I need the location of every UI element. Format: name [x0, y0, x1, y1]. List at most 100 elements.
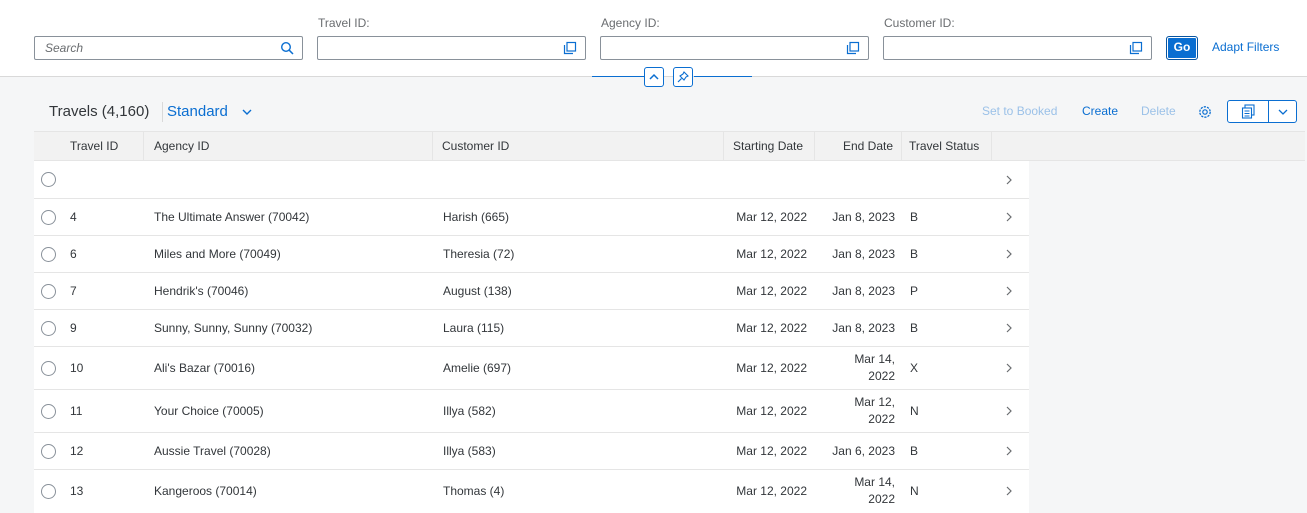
value-help-icon[interactable] [1129, 41, 1143, 55]
table-row[interactable]: 10 Ali's Bazar (70016) Amelie (697) Mar … [34, 347, 1029, 390]
cell-agency-id: Aussie Travel (70028) [154, 444, 271, 458]
cell-starting-date: Mar 12, 2022 [736, 321, 807, 335]
collapse-divider [694, 76, 752, 77]
column-separator [432, 132, 433, 160]
gear-icon[interactable] [1197, 104, 1213, 120]
cell-agency-id: Ali's Bazar (70016) [154, 361, 256, 375]
set-to-booked-button[interactable]: Set to Booked [982, 104, 1057, 118]
pin-icon [677, 71, 689, 83]
chevron-right-icon[interactable] [1005, 445, 1013, 457]
cell-customer-id: Thomas (4) [443, 484, 505, 498]
column-header-customer-id[interactable]: Customer ID [442, 132, 509, 160]
row-select-radio[interactable] [41, 284, 56, 299]
travel-id-field[interactable] [317, 36, 586, 60]
chevron-down-icon[interactable] [1277, 107, 1289, 117]
chevron-right-icon[interactable] [1005, 322, 1013, 334]
column-header-end-date[interactable]: End Date [843, 132, 893, 160]
cell-travel-status: B [910, 247, 919, 261]
column-header-travel-id[interactable]: Travel ID [70, 132, 118, 160]
search-icon[interactable] [280, 41, 294, 55]
column-header-travel-status[interactable]: Travel Status [909, 132, 979, 160]
cell-customer-id: Amelie (697) [443, 361, 512, 375]
cell-end-date: Jan 8, 2023 [832, 284, 895, 298]
cell-agency-id: Hendrik's (70046) [154, 284, 249, 298]
row-select-radio[interactable] [41, 247, 56, 262]
cell-agency-id: The Ultimate Answer (70042) [154, 210, 310, 224]
cell-starting-date: Mar 12, 2022 [736, 361, 807, 375]
adapt-filters-link[interactable]: Adapt Filters [1212, 40, 1279, 54]
cell-travel-id: 12 [70, 444, 84, 458]
delete-button[interactable]: Delete [1141, 104, 1176, 118]
filter-bar: Search Travel ID: Agency ID: Customer ID… [0, 0, 1307, 77]
agency-id-field[interactable] [600, 36, 869, 60]
row-select-radio[interactable] [41, 172, 56, 187]
chevron-right-icon[interactable] [1005, 405, 1013, 417]
table-title: Travels (4,160) [49, 103, 150, 120]
table-row[interactable]: 9 Sunny, Sunny, Sunny (70032) Laura (115… [34, 310, 1029, 347]
table-row[interactable]: 6 Miles and More (70049) Theresia (72) M… [34, 236, 1029, 273]
row-select-radio[interactable] [41, 484, 56, 499]
cell-travel-id: 7 [70, 284, 77, 298]
chevron-right-icon[interactable] [1005, 285, 1013, 297]
cell-agency-id: Miles and More (70049) [154, 247, 281, 261]
table-row[interactable] [34, 161, 1029, 199]
collapse-divider [592, 76, 644, 77]
go-button[interactable]: Go [1166, 36, 1198, 60]
cell-travel-status: B [910, 321, 919, 335]
cell-travel-id: 13 [70, 484, 84, 498]
chevron-right-icon[interactable] [1005, 174, 1013, 186]
customer-id-field[interactable] [883, 36, 1152, 60]
search-input[interactable]: Search [34, 36, 303, 60]
search-placeholder: Search [45, 41, 84, 55]
column-separator [723, 132, 724, 160]
chevron-right-icon[interactable] [1005, 485, 1013, 497]
cell-travel-id: 10 [70, 361, 84, 375]
travel-id-label: Travel ID: [318, 16, 370, 30]
cell-starting-date: Mar 12, 2022 [736, 284, 807, 298]
cell-starting-date: Mar 12, 2022 [736, 210, 807, 224]
column-header-starting-date[interactable]: Starting Date [733, 132, 803, 160]
table-row[interactable]: 13 Kangeroos (70014) Thomas (4) Mar 12, … [34, 470, 1029, 513]
row-select-radio[interactable] [41, 321, 56, 336]
export-button[interactable] [1227, 100, 1297, 123]
table-row[interactable]: 11 Your Choice (70005) Illya (582) Mar 1… [34, 390, 1029, 433]
column-separator [901, 132, 902, 160]
cell-end-date-line2: 2022 [868, 369, 895, 383]
chevron-right-icon[interactable] [1005, 211, 1013, 223]
cell-starting-date: Mar 12, 2022 [736, 484, 807, 498]
table-row[interactable]: 7 Hendrik's (70046) August (138) Mar 12,… [34, 273, 1029, 310]
cell-customer-id: Harish (665) [443, 210, 510, 224]
value-help-icon[interactable] [563, 41, 577, 55]
agency-id-label: Agency ID: [601, 16, 660, 30]
cell-travel-status: P [910, 284, 919, 298]
row-select-radio[interactable] [41, 361, 56, 376]
cell-travel-id: 9 [70, 321, 77, 335]
cell-customer-id: Illya (583) [443, 444, 496, 458]
cell-starting-date: Mar 12, 2022 [736, 247, 807, 261]
chevron-right-icon[interactable] [1005, 362, 1013, 374]
cell-end-date-line2: 2022 [868, 492, 895, 506]
cell-end-date: Jan 6, 2023 [832, 444, 895, 458]
column-separator [143, 132, 144, 160]
collapse-header-button[interactable] [644, 67, 664, 87]
cell-end-date-line1: Mar 14, [854, 352, 895, 366]
column-separator [814, 132, 815, 160]
create-button[interactable]: Create [1082, 104, 1118, 118]
pin-header-button[interactable] [673, 67, 693, 87]
table-row[interactable]: 12 Aussie Travel (70028) Illya (583) Mar… [34, 433, 1029, 470]
chevron-right-icon[interactable] [1005, 248, 1013, 260]
variant-management[interactable]: Standard [167, 103, 228, 120]
table-row[interactable]: 4 The Ultimate Answer (70042) Harish (66… [34, 199, 1029, 236]
split-divider [1268, 101, 1269, 122]
chevron-up-icon [649, 73, 659, 80]
row-select-radio[interactable] [41, 210, 56, 225]
cell-agency-id: Your Choice (70005) [154, 404, 264, 418]
column-header-agency-id[interactable]: Agency ID [154, 132, 209, 160]
chevron-down-icon[interactable] [241, 107, 253, 117]
table-header-filler [1029, 131, 1305, 161]
cell-customer-id: Illya (582) [443, 404, 496, 418]
row-select-radio[interactable] [41, 404, 56, 419]
row-select-radio[interactable] [41, 444, 56, 459]
value-help-icon[interactable] [846, 41, 860, 55]
table-header: Travel ID Agency ID Customer ID Starting… [34, 131, 1029, 161]
